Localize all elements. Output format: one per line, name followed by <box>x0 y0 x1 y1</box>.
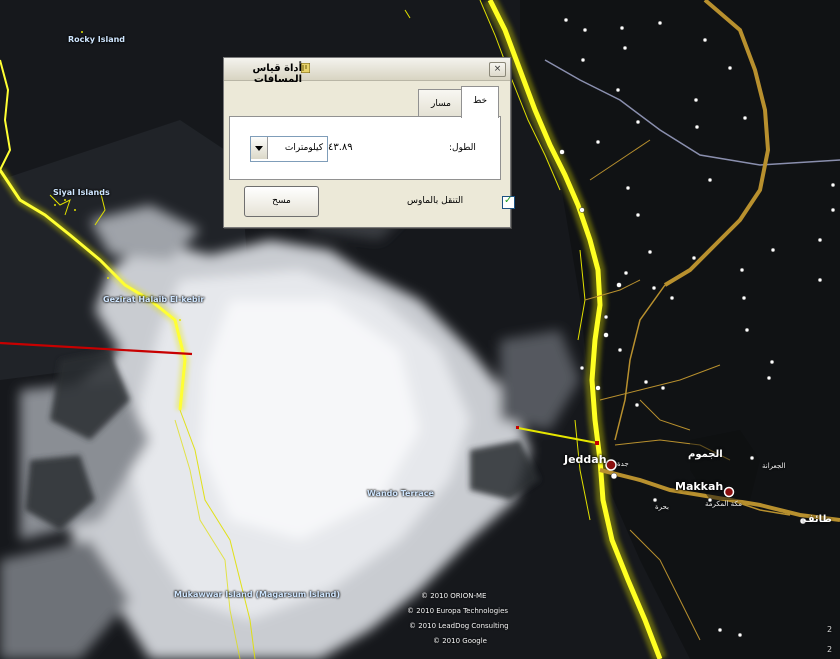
chevron-down-icon[interactable] <box>251 137 268 159</box>
measure-startpoint-marker[interactable] <box>516 426 519 429</box>
label-rocky-island: Rocky Island <box>68 35 126 44</box>
dialog-title: أداة قياس المسافات <box>252 63 302 85</box>
tile-number: 2 <box>827 645 833 654</box>
map-view[interactable]: Rocky Island Siyal Islands Gezirat Halai… <box>0 0 840 659</box>
credit-orion: © 2010 ORION-ME <box>421 592 487 600</box>
label-mukawwar-island: Mukawwar Island (Magarsum Island) <box>174 590 340 599</box>
label-siyal-islands: Siyal Islands <box>53 188 110 197</box>
tab-line[interactable]: خط <box>461 86 499 118</box>
label-wando-terrace: Wando Terrace <box>367 489 434 498</box>
label-jeddah-ar: جدة <box>617 460 629 468</box>
label-jeddah: Jeddah <box>564 453 607 466</box>
dialog-titlebar[interactable]: أداة قياس المسافات × <box>224 58 510 85</box>
ruler-icon <box>301 63 310 73</box>
jeddah-marker[interactable] <box>605 459 617 471</box>
unit-select-value: كيلومترات <box>284 143 323 153</box>
unit-select[interactable]: كيلومترات <box>250 136 328 162</box>
label-makkah: Makkah <box>675 480 724 493</box>
tile-number: 2 <box>827 625 833 634</box>
credit-leaddog: © 2010 LeadDog Consulting <box>409 622 509 630</box>
tab-path[interactable]: مسار <box>418 89 464 118</box>
length-label: الطول: <box>449 143 476 153</box>
mouse-navigation-checkbox[interactable] <box>502 195 515 209</box>
ruler-dialog[interactable]: أداة قياس المسافات × خط مسار الطول: ٤٣.٨… <box>223 57 515 228</box>
label-jumum-ar: الجموم <box>688 449 723 460</box>
length-value: ٤٣.٨٩ <box>328 142 353 153</box>
tab-strip: خط مسار <box>229 86 506 118</box>
credit-europa: © 2010 Europa Technologies <box>407 607 509 615</box>
label-bahra-ar: بحرة <box>655 503 669 511</box>
makkah-marker[interactable] <box>723 486 735 498</box>
label-gezirat-halaib: Gezirat Halaib El-kebir <box>103 295 205 304</box>
clear-button[interactable]: مسح <box>244 186 319 217</box>
label-makkah-ar: مكة المكرمة <box>705 500 742 508</box>
credit-google: © 2010 Google <box>433 637 487 645</box>
close-button[interactable]: × <box>489 62 506 77</box>
measure-endpoint-marker[interactable] <box>595 441 599 445</box>
mouse-navigation-label: التنقل بالماوس <box>407 196 464 206</box>
label-taif-ar: طائف <box>803 514 832 525</box>
label-jiranah-ar: الجعرانة <box>762 462 786 470</box>
